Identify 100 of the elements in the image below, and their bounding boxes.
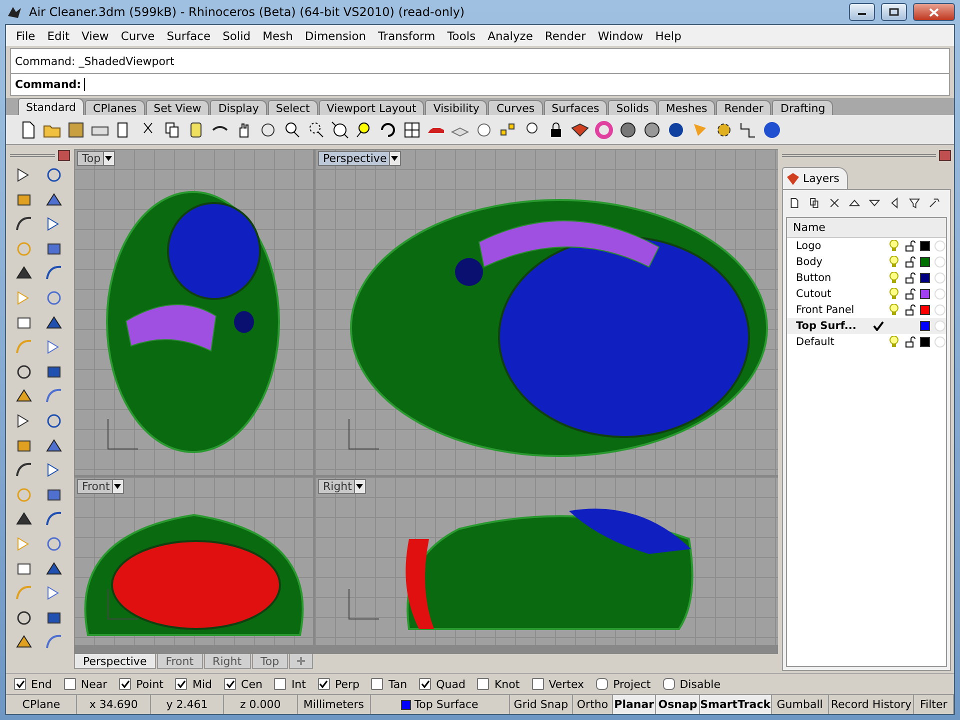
viewport[interactable]: Top <box>74 149 313 475</box>
menu-item[interactable]: Curve <box>114 28 161 42</box>
cplane-label[interactable]: CPlane <box>6 695 78 714</box>
maximize-button[interactable] <box>881 3 907 21</box>
checkmark-icon <box>176 680 186 688</box>
layer-color-swatch[interactable] <box>920 337 930 347</box>
layer-color-swatch[interactable] <box>920 273 930 283</box>
menu-item[interactable]: View <box>76 28 115 42</box>
dropdown-caret-icon[interactable] <box>114 484 122 489</box>
color-wheel-icon[interactable] <box>594 120 614 140</box>
close-panel-button[interactable] <box>939 150 951 160</box>
osnap-option[interactable]: Near <box>64 678 116 690</box>
menu-item[interactable]: Tools <box>441 28 482 42</box>
status-toggle[interactable]: Planar <box>612 695 656 714</box>
checkmark-icon <box>872 321 884 331</box>
dropdown-caret-icon[interactable] <box>356 484 364 489</box>
viewport-tab[interactable]: Perspective <box>74 654 156 669</box>
toolbar-tab[interactable]: Render <box>716 100 772 115</box>
unlocked-icon[interactable] <box>904 336 916 348</box>
viewport[interactable]: Perspective <box>315 149 778 475</box>
osnap-option[interactable]: Int <box>274 678 314 690</box>
toolbar-tab[interactable]: Display <box>210 100 267 115</box>
toolbar-tab[interactable]: Viewport Layout <box>318 100 424 115</box>
menu-item[interactable]: Edit <box>41 28 76 42</box>
osnap-option[interactable]: Tan <box>371 678 416 690</box>
menu-item[interactable]: Render <box>538 28 592 42</box>
viewport-title[interactable]: Right <box>318 479 366 494</box>
layer-color-swatch[interactable] <box>920 305 930 315</box>
sphere-icon[interactable] <box>642 120 662 140</box>
menu-item[interactable]: Dimension <box>298 28 372 42</box>
zoom-extents-icon[interactable] <box>330 120 350 140</box>
viewport-title[interactable]: Top <box>77 151 115 166</box>
menu-item[interactable]: Analyze <box>482 28 539 42</box>
menu-item[interactable]: Transform <box>372 28 442 42</box>
viewport-tab[interactable]: Front <box>156 654 203 669</box>
osnap-option[interactable]: Perp <box>318 678 368 690</box>
sphere-icon[interactable] <box>618 120 638 140</box>
status-toggle[interactable]: Gumball <box>772 695 830 714</box>
viewport-title[interactable]: Perspective <box>318 151 401 166</box>
osnap-option[interactable]: Mid <box>175 678 220 690</box>
toolbar-tab[interactable]: Visibility <box>425 100 488 115</box>
unlocked-icon[interactable] <box>904 288 916 300</box>
status-toggle[interactable]: Filter <box>914 695 954 714</box>
layers-tab[interactable]: Layers <box>782 167 848 189</box>
toolbar-tab[interactable]: Select <box>268 100 318 115</box>
layer-color-swatch[interactable] <box>920 289 930 299</box>
menu-item[interactable]: Help <box>649 28 688 42</box>
menu-item[interactable]: Mesh <box>256 28 299 42</box>
viewport[interactable]: Right <box>315 477 778 645</box>
osnap-option[interactable]: End <box>14 678 60 690</box>
viewport-title[interactable]: Front <box>77 479 124 494</box>
viewport-tab[interactable]: Top <box>252 654 288 669</box>
osnap-option[interactable]: Disable <box>662 678 729 690</box>
toolbar-tab[interactable]: Standard <box>18 98 84 115</box>
status-toggle[interactable]: Grid Snap <box>510 695 574 714</box>
toolbar-tab[interactable]: Drafting <box>772 100 834 115</box>
toolbar-tab[interactable]: Set View <box>146 100 210 115</box>
units-label[interactable]: Millimeters <box>298 695 371 714</box>
status-toggle[interactable]: Record History <box>829 695 914 714</box>
osnap-option[interactable]: Point <box>119 678 172 690</box>
column-header: Name <box>793 221 826 234</box>
osnap-option[interactable]: Project <box>596 678 659 690</box>
dropdown-caret-icon[interactable] <box>105 156 112 161</box>
four-viewports-icon[interactable] <box>402 120 422 140</box>
osnap-option[interactable]: Vertex <box>532 678 592 690</box>
unlocked-icon[interactable] <box>904 272 916 284</box>
close-panel-button[interactable] <box>58 150 70 160</box>
command-history: Command: _ShadedViewport <box>14 54 176 70</box>
unlocked-icon[interactable] <box>904 304 916 316</box>
osnap-option[interactable]: Cen <box>224 678 270 690</box>
current-layer[interactable]: Top Surface <box>370 695 510 714</box>
toolbar-tab[interactable]: Surfaces <box>544 100 608 115</box>
layer-row[interactable]: Top Surf... <box>787 318 946 334</box>
command-field[interactable]: Command: <box>11 73 949 95</box>
layer-color-swatch[interactable] <box>920 321 930 331</box>
layer-color-swatch[interactable] <box>920 257 930 267</box>
toolbar-tab[interactable]: Solids <box>608 100 657 115</box>
menu-item[interactable]: Solid <box>216 28 257 42</box>
checkmark-icon <box>16 680 24 688</box>
help-icon[interactable] <box>762 120 782 140</box>
close-button[interactable] <box>913 3 955 21</box>
osnap-option[interactable]: Knot <box>477 678 528 690</box>
toolbar-tab[interactable]: Meshes <box>658 100 716 115</box>
close-icon <box>929 8 939 16</box>
layer-color-swatch[interactable] <box>920 241 930 251</box>
dropdown-caret-icon[interactable] <box>391 156 398 161</box>
menu-item[interactable]: Surface <box>160 28 217 42</box>
window-title: Air Cleaner.3dm (599kB) - Rhinoceros (Beta) (64-bit VS2010) (read-only) <box>29 5 466 19</box>
unlocked-icon[interactable] <box>904 256 916 268</box>
menu-item[interactable]: File <box>10 28 42 42</box>
minimize-button[interactable] <box>849 3 875 21</box>
osnap-option[interactable]: Quad <box>419 678 474 690</box>
status-toggle[interactable]: SmartTrack <box>700 695 772 714</box>
viewport[interactable]: Front <box>74 477 313 645</box>
status-toggle[interactable]: Osnap <box>656 695 700 714</box>
toolbar-tab[interactable]: CPlanes <box>85 100 145 115</box>
menu-item[interactable]: Window <box>592 28 650 42</box>
toolbar-tab[interactable]: Curves <box>488 100 543 115</box>
unlocked-icon[interactable] <box>904 240 916 252</box>
viewport-tab[interactable]: Right <box>204 654 251 669</box>
